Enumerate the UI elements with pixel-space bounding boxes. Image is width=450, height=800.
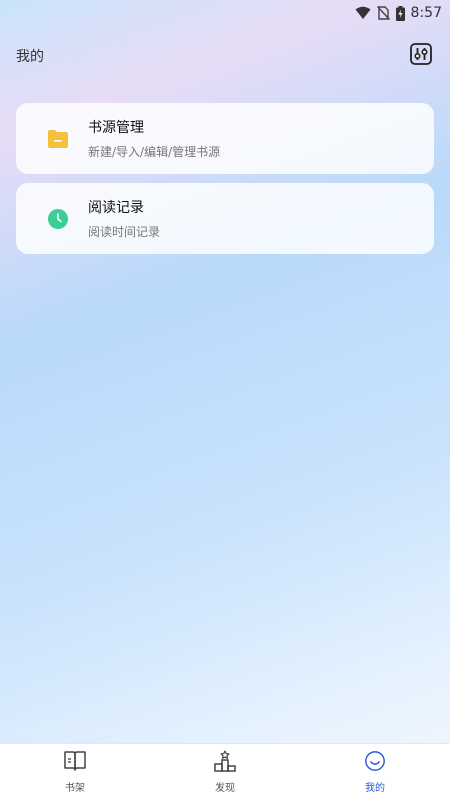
tab-label: 书架 <box>65 783 85 794</box>
bottom-tab-bar: 书架 发现 我的 <box>0 743 450 800</box>
no-sim-icon <box>376 6 390 20</box>
tab-label: 发现 <box>215 783 235 794</box>
status-time: 8:57 <box>410 5 442 21</box>
sliders-icon <box>409 42 433 70</box>
page-title: 我的 <box>16 49 44 65</box>
card-title: 书源管理 <box>88 120 144 136</box>
header: 我的 <box>16 40 434 72</box>
status-bar: 8:57 <box>0 0 450 26</box>
wifi-icon <box>355 6 371 20</box>
card-subtitle: 阅读时间记录 <box>88 225 161 239</box>
clock-icon <box>46 207 70 231</box>
smile-icon <box>363 750 387 776</box>
tab-discover[interactable]: 发现 <box>150 744 300 800</box>
book-icon <box>63 750 87 776</box>
tab-label: 我的 <box>365 783 385 794</box>
tab-bookshelf[interactable]: 书架 <box>0 744 150 800</box>
book-source-management-card[interactable]: 书源管理 新建/导入/编辑/管理书源 <box>16 103 434 174</box>
settings-button[interactable] <box>408 43 434 69</box>
card-title: 阅读记录 <box>88 200 144 216</box>
reading-record-card[interactable]: 阅读记录 阅读时间记录 <box>16 183 434 254</box>
podium-icon <box>213 750 237 776</box>
card-subtitle: 新建/导入/编辑/管理书源 <box>88 145 221 159</box>
folder-icon <box>46 127 70 151</box>
tab-mine[interactable]: 我的 <box>300 744 450 800</box>
battery-charging-icon <box>395 5 405 21</box>
